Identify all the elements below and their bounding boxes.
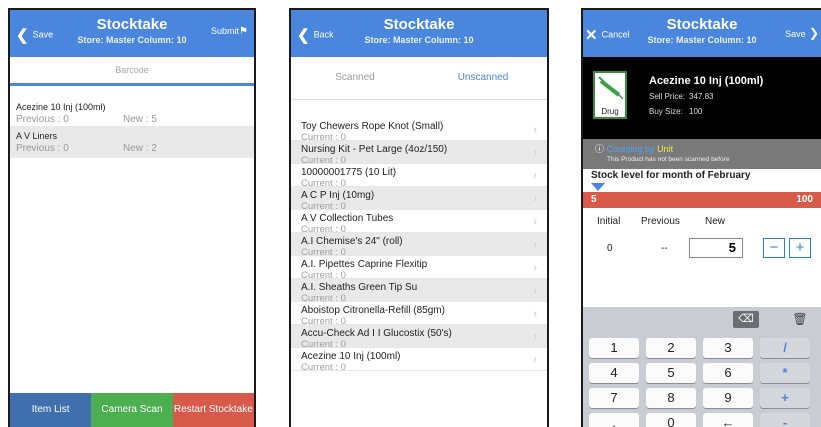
- chevron-right-icon: ›: [533, 193, 537, 205]
- key-7[interactable]: 6: [703, 363, 753, 383]
- key-2[interactable]: 2: [646, 338, 696, 358]
- trash-icon[interactable]: 🗑: [787, 311, 813, 328]
- tab-scanned[interactable]: Scanned: [291, 57, 419, 99]
- save-button[interactable]: Save ❯: [785, 26, 819, 40]
- list-item[interactable]: Nursing Kit - Pet Large (4oz/150) Current…: [291, 141, 547, 166]
- previous-header: Previous: [641, 216, 680, 227]
- increment-button[interactable]: +: [789, 238, 811, 258]
- level-marker-icon: [591, 183, 605, 191]
- key-8[interactable]: *: [760, 363, 810, 383]
- nav-title: Stocktake: [383, 16, 455, 33]
- chevron-right-icon: ›: [533, 239, 537, 251]
- list-item[interactable]: 10000001775 (10 Lit) Current : 0 ›: [291, 164, 547, 189]
- chevron-right-icon: ›: [533, 354, 537, 366]
- chevron-right-icon: ›: [533, 285, 537, 297]
- drug-icon: Drug: [593, 71, 627, 119]
- restart-stocktake-tab[interactable]: Restart Stocktake: [172, 393, 254, 427]
- list-item[interactable]: Acezine 10 Inj (100ml) Previous : 0 New :…: [10, 97, 254, 125]
- info-icon: ⓘ: [595, 144, 607, 154]
- list-item[interactable]: A.I. Pipettes Caprine Flexitip Current : …: [291, 256, 547, 281]
- key-12[interactable]: +: [760, 388, 810, 408]
- phone-scanned-list: ❮ Back Stocktake Store: Master Column: 10…: [289, 8, 549, 427]
- list-item[interactable]: A.I Chemise's 24" (roll) Current : 0 ›: [291, 233, 547, 258]
- list-item[interactable]: A.I. Sheaths Green Tip Su Current : 0 ›: [291, 279, 547, 304]
- product-name: Acezine 10 Inj (100ml): [649, 75, 764, 87]
- tab-unscanned[interactable]: Unscanned: [419, 57, 547, 99]
- key-16[interactable]: -: [760, 413, 810, 427]
- bottom-tab-bar: Item List Camera Scan Restart Stocktake: [10, 393, 254, 427]
- counting-notice: ⓘ Counting by Unit This Product has not …: [583, 139, 821, 169]
- flag-icon: ⚑: [239, 26, 248, 37]
- submit-button[interactable]: Submit⚑: [211, 26, 248, 37]
- list-item[interactable]: A V Collection Tubes Current : 0 ›: [291, 210, 547, 235]
- key-4[interactable]: /: [760, 338, 810, 358]
- stock-level-label: Stock level for month of February: [591, 170, 751, 181]
- stock-level-bar: 5 100: [583, 192, 821, 208]
- previous-value: --: [661, 243, 668, 254]
- syringe-icon: [598, 76, 624, 100]
- chevron-right-icon: ›: [533, 170, 537, 182]
- key-3[interactable]: 3: [703, 338, 753, 358]
- chevron-right-icon: ›: [533, 124, 537, 136]
- list-item[interactable]: Toy Chewers Rope Knot (Small) Current : 0…: [291, 118, 547, 143]
- initial-header: Initial: [597, 216, 621, 227]
- nav-subtitle: Store: Master Column: 10: [364, 35, 474, 45]
- list-item[interactable]: A C P Inj (10mg) Current : 0 ›: [291, 187, 547, 212]
- sell-price: Sell Price: 347.83: [649, 92, 714, 101]
- key-5[interactable]: 4: [589, 363, 639, 383]
- keypad-toolbar: ⌫ 🗑: [583, 307, 821, 333]
- chevron-right-icon: ›: [533, 331, 537, 343]
- item-list-tab[interactable]: Item List: [10, 393, 92, 427]
- numeric-keypad: 1 2 3 / 4 5 6 * 7 8 9 +. 0 ← -: [583, 333, 821, 427]
- key-14[interactable]: 0: [646, 413, 696, 427]
- key-11[interactable]: 9: [703, 388, 753, 408]
- camera-scan-tab[interactable]: Camera Scan: [91, 393, 173, 427]
- chevron-right-icon: ›: [533, 308, 537, 320]
- phone-count-entry: ✕ Cancel Stocktake Store: Master Column: …: [581, 8, 821, 427]
- key-15[interactable]: ←: [703, 413, 753, 427]
- chevron-right-icon: ›: [533, 216, 537, 228]
- key-10[interactable]: 8: [646, 388, 696, 408]
- new-count-input[interactable]: 5: [689, 238, 743, 258]
- nav-bar: ❮ Back Stocktake Store: Master Column: 10: [291, 10, 547, 57]
- list-item[interactable]: Aboistop Citronella-Refill (85gm) Current…: [291, 302, 547, 327]
- new-header: New: [705, 216, 726, 227]
- key-6[interactable]: 5: [646, 363, 696, 383]
- list-item[interactable]: Acezine 10 Inj (100ml) Current : 0 ›: [291, 348, 547, 373]
- key-1[interactable]: 1: [589, 338, 639, 358]
- list-item[interactable]: Accu-Check Ad I I Glucostix (50's) Curren…: [291, 325, 547, 350]
- decrement-button[interactable]: −: [763, 238, 785, 258]
- chevron-right-icon: ›: [533, 262, 537, 274]
- unscanned-list: Toy Chewers Rope Knot (Small) Current : 0…: [291, 118, 547, 373]
- key-9[interactable]: 7: [589, 388, 639, 408]
- product-header: Drug Acezine 10 Inj (100ml) Sell Price: 3…: [583, 57, 821, 139]
- phone-stocktake-list: ❮ Save Stocktake Store: Master Column: 10…: [8, 8, 256, 427]
- chevron-right-icon: ❯: [805, 26, 819, 40]
- chevron-right-icon: ›: [533, 147, 537, 159]
- segmented-control: Scanned Unscanned: [291, 57, 547, 100]
- initial-value: 0: [607, 243, 613, 254]
- backspace-icon[interactable]: ⌫: [733, 311, 759, 328]
- nav-bar: ❮ Save Stocktake Store: Master Column: 10…: [10, 10, 254, 57]
- key-13[interactable]: .: [589, 413, 639, 427]
- list-item[interactable]: A V Liners Previous : 0 New : 2: [10, 126, 254, 158]
- buy-size: Buy Size: 100: [649, 107, 703, 116]
- barcode-input[interactable]: Barcode: [10, 57, 254, 86]
- nav-bar: ✕ Cancel Stocktake Store: Master Column: …: [583, 10, 821, 57]
